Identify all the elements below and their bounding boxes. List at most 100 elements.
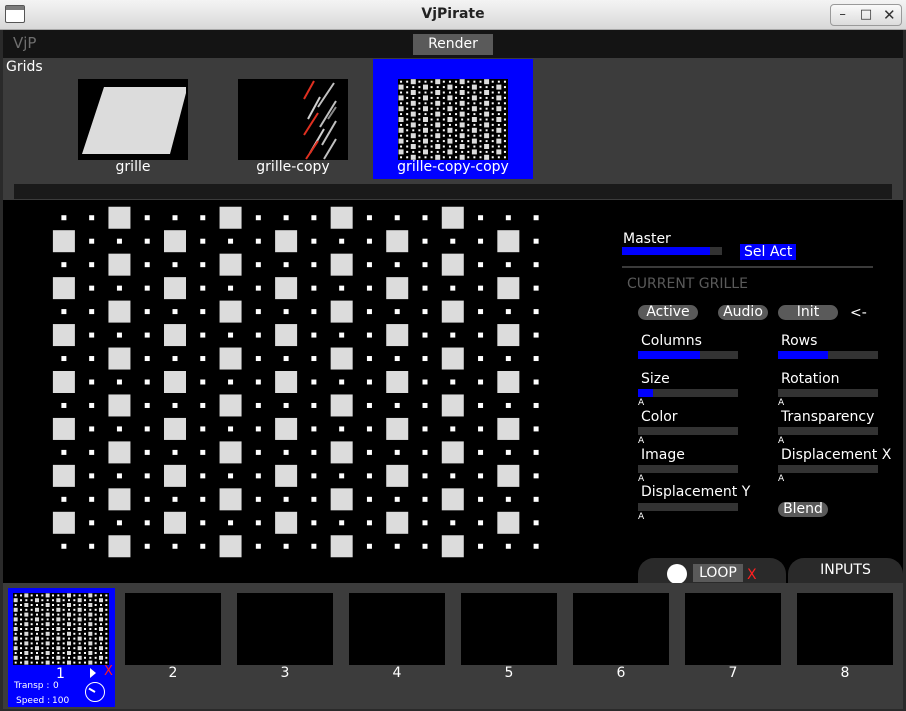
grid-cell-small (84, 647, 86, 650)
grid-cell-small (455, 80, 458, 83)
grid-cell-small (467, 156, 470, 159)
grid-cell-large (88, 641, 93, 646)
grid-cell-small (503, 80, 506, 83)
grid-cell-small (14, 661, 17, 664)
grid-cell-small (283, 449, 289, 455)
grid-cell-small (30, 613, 33, 616)
speed-value: 100 (52, 696, 70, 706)
size-slider[interactable] (638, 389, 738, 397)
slot-close-icon[interactable]: X (104, 664, 113, 679)
close-icon[interactable]: ✕ (878, 5, 901, 25)
grid-cell-small (448, 123, 451, 126)
grid-cell-large (497, 324, 520, 347)
grid-cell-small (455, 129, 458, 132)
grid-cell-large (471, 127, 477, 133)
grid-cell-small (442, 123, 445, 126)
grid-cell-small (84, 608, 86, 611)
grid-cell-small (94, 599, 97, 602)
slot-2[interactable] (125, 593, 221, 665)
transparency-slider[interactable] (778, 427, 878, 435)
grid-cell-small (68, 628, 70, 630)
grid-cell-large (99, 607, 103, 612)
grid-cell-small (311, 379, 317, 385)
grid-cell-small (406, 118, 409, 121)
grid-thumb-grille-copy-copy[interactable]: grille-copy-copy (373, 59, 533, 179)
grid-cell-small (406, 156, 409, 159)
render-button[interactable]: Render (413, 34, 493, 55)
loop-record-icon[interactable] (667, 564, 687, 584)
grid-cell-small (478, 238, 484, 244)
color-slider[interactable] (638, 427, 738, 435)
blend-toggle[interactable]: Blend (778, 502, 828, 517)
maximize-icon[interactable]: □ (854, 5, 877, 25)
grid-cell-small (52, 618, 54, 621)
displacement-x-slider[interactable] (778, 465, 878, 473)
grid-cell-small (84, 656, 86, 659)
audio-toggle[interactable]: Audio (718, 305, 768, 320)
grid-cell-large (484, 133, 490, 139)
transp-value: 0 (53, 681, 59, 691)
slot-5[interactable] (461, 593, 557, 665)
minimize-icon[interactable]: – (831, 5, 854, 25)
grid-cell-small (467, 113, 470, 116)
speed-dial-icon[interactable] (85, 682, 105, 702)
rotation-slider[interactable] (778, 389, 878, 397)
displacement-x-auto-toggle[interactable]: A (778, 474, 784, 484)
play-icon[interactable] (90, 668, 96, 678)
grid-cell-small (62, 637, 65, 640)
slot-6[interactable] (573, 593, 669, 665)
grids-scrollbar[interactable] (14, 184, 892, 199)
grid-cell-large (108, 253, 131, 276)
grid-cell-small (418, 150, 421, 153)
size-auto-toggle[interactable]: A (638, 398, 644, 408)
grid-cell-small (366, 496, 372, 502)
columns-slider[interactable] (638, 351, 738, 359)
grid-cell-small (442, 140, 445, 143)
grid-cell-small (497, 102, 500, 105)
slot-8[interactable] (797, 593, 893, 665)
displacement-y-auto-toggle[interactable]: A (638, 512, 644, 522)
grid-cell-large (164, 324, 186, 347)
grid-cell-small (400, 123, 403, 126)
rows-slider[interactable] (778, 351, 878, 359)
grid-cell-small (442, 107, 445, 110)
loop-tab[interactable]: LOOP X (638, 558, 786, 584)
grid-cell-small (25, 637, 28, 640)
slot-7[interactable] (685, 593, 781, 665)
grid-cell-small (455, 150, 458, 153)
grid-cell-small (505, 402, 511, 408)
transparency-auto-toggle[interactable]: A (778, 436, 784, 446)
loop-button[interactable]: LOOP (693, 564, 743, 582)
image-auto-toggle[interactable]: A (638, 474, 644, 484)
slot-1[interactable]: 1 X Transp : 0 Speed : 100 (8, 588, 115, 707)
grid-cell-large (441, 535, 464, 558)
sel-act-button[interactable]: Sel Act (740, 244, 797, 260)
grid-cell-small (406, 123, 409, 126)
inputs-tab[interactable]: INPUTS (788, 558, 903, 584)
slot-3[interactable] (237, 593, 333, 665)
rotation-auto-toggle[interactable]: A (778, 398, 784, 408)
grid-cell-small (430, 96, 433, 99)
image-slider[interactable] (638, 465, 738, 473)
grid-cell-large (275, 464, 298, 487)
grid-cell-small (533, 238, 539, 244)
grid-cell-small (73, 628, 76, 630)
back-arrow-button[interactable]: <- (850, 305, 867, 321)
grid-cell-small (78, 632, 81, 635)
grid-cell-small (116, 379, 122, 385)
active-toggle[interactable]: Active (638, 305, 698, 320)
slot-4[interactable] (349, 593, 445, 665)
grid-thumb-grille[interactable]: grille (78, 79, 188, 179)
grid-cell-small (485, 140, 488, 143)
grid-cell-large (459, 100, 465, 106)
grid-thumb-grille-copy[interactable]: grille-copy (238, 79, 348, 179)
init-button[interactable]: Init (778, 305, 838, 320)
loop-close-icon[interactable]: X (747, 567, 757, 583)
grid-cell-small (52, 642, 54, 645)
grid-cell-small (41, 618, 44, 621)
color-auto-toggle[interactable]: A (638, 436, 644, 446)
displacement-y-slider[interactable] (638, 503, 738, 511)
grid-cell-small (311, 262, 317, 268)
grid-cell-small (503, 113, 506, 116)
master-slider[interactable] (622, 247, 722, 255)
